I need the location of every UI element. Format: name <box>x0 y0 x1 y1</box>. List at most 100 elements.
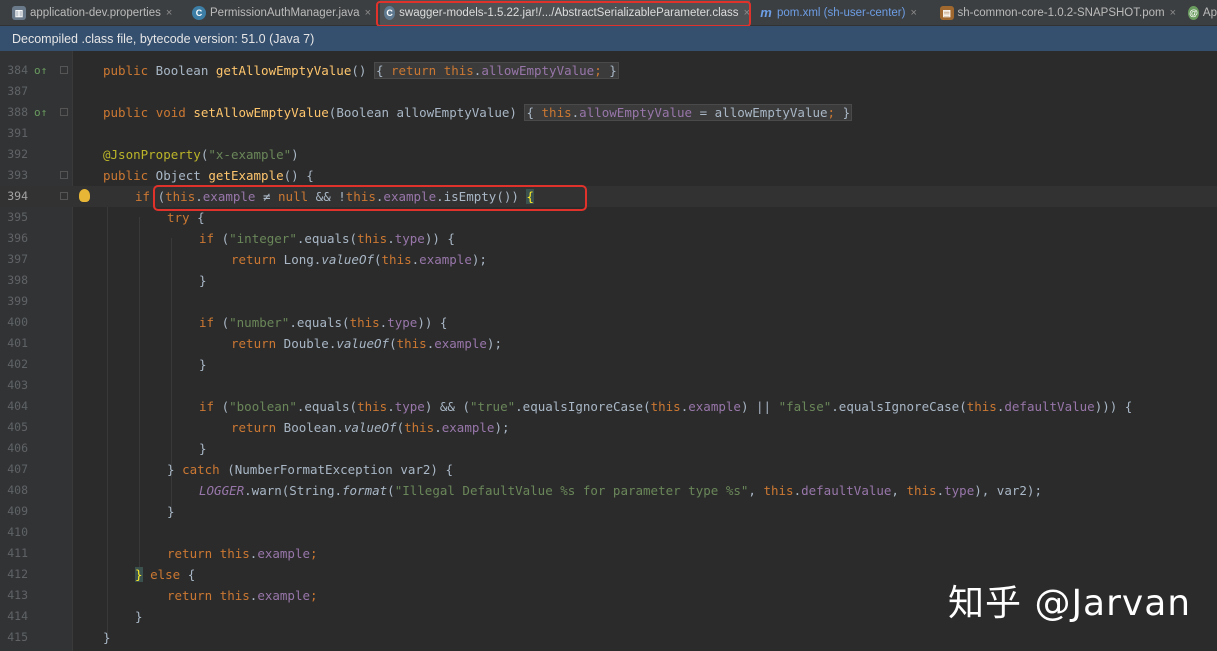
line-number: 414 <box>7 609 28 623</box>
code-text: } <box>199 273 207 288</box>
watermark: 知乎 @Jarvan <box>948 583 1192 624</box>
code-line: 404 if ("boolean".equals(this.type) && (… <box>0 396 1217 417</box>
line-number: 388 <box>7 105 28 119</box>
line-number: 407 <box>7 462 28 476</box>
code-text: return Long.valueOf(this.example); <box>231 252 487 267</box>
code-line: 395 try { <box>0 207 1217 228</box>
code-line: 405 return Boolean.valueOf(this.example)… <box>0 417 1217 438</box>
code-line: 397 return Long.valueOf(this.example); <box>0 249 1217 270</box>
fold-marker-icon[interactable] <box>60 192 68 200</box>
code-text: public void setAllowEmptyValue(Boolean a… <box>103 104 853 121</box>
code-line: 399 <box>0 291 1217 312</box>
line-number: 393 <box>7 168 28 182</box>
tab-abstract-serializable-parameter[interactable]: C swagger-models-1.5.22.jar!/.../Abstrac… <box>380 0 750 25</box>
code-line: 408 LOGGER.warn(String.format("Illegal D… <box>0 480 1217 501</box>
tab-label: sh-common-core-1.0.2-SNAPSHOT.pom <box>957 6 1165 19</box>
code-line-current: 394 if (this.example ≠ null && !this.exa… <box>0 186 1217 207</box>
properties-file-icon: ▥ <box>12 5 26 20</box>
line-number: 397 <box>7 252 28 266</box>
code-line: 410 <box>0 522 1217 543</box>
code-text: } <box>103 630 111 645</box>
editor-tab-bar: ▥ application-dev.properties × C Permiss… <box>0 0 1217 26</box>
line-number: 412 <box>7 567 28 581</box>
code-text: try { <box>167 210 205 225</box>
line-number: 406 <box>7 441 28 455</box>
tab-application-dev-properties[interactable]: ▥ application-dev.properties × <box>8 0 186 25</box>
code-text: LOGGER.warn(String.format("Illegal Defau… <box>199 483 1042 498</box>
code-text: return this.example; <box>167 588 318 603</box>
line-number: 392 <box>7 147 28 161</box>
line-number: 410 <box>7 525 28 539</box>
code-line: 403 <box>0 375 1217 396</box>
code-text: } else { <box>135 567 196 582</box>
code-text: if ("integer".equals(this.type)) { <box>199 231 455 246</box>
code-text: } <box>199 441 207 456</box>
overrides-icon[interactable]: o↑ <box>34 102 47 123</box>
line-number: 398 <box>7 273 28 287</box>
close-icon[interactable]: × <box>744 7 750 19</box>
tab-label: swagger-models-1.5.22.jar!/.../AbstractS… <box>399 6 739 19</box>
code-line: 407 } catch (NumberFormatException var2)… <box>0 459 1217 480</box>
tab-permission-auth-manager[interactable]: C PermissionAuthManager.java × <box>188 0 374 25</box>
fold-marker-icon[interactable] <box>60 108 68 116</box>
line-number: 400 <box>7 315 28 329</box>
lightbulb-icon[interactable] <box>79 189 90 202</box>
line-number: 402 <box>7 357 28 371</box>
fold-marker-icon[interactable] <box>60 171 68 179</box>
code-text: public Boolean getAllowEmptyValue() { re… <box>103 62 619 79</box>
maven-icon: m <box>760 4 772 20</box>
code-line: 402 } <box>0 354 1217 375</box>
code-line: 406 } <box>0 438 1217 459</box>
tab-label: Ap <box>1202 6 1217 19</box>
code-text: if (this.example ≠ null && !this.example… <box>135 189 534 204</box>
code-line: 387 <box>0 81 1217 102</box>
line-number: 387 <box>7 84 28 98</box>
line-number: 384 <box>7 63 28 77</box>
code-editor[interactable]: 384 o↑ public Boolean getAllowEmptyValue… <box>0 51 1217 651</box>
tab-pom-xml[interactable]: m pom.xml (sh-user-center) × <box>755 0 933 25</box>
close-icon[interactable]: × <box>166 7 172 19</box>
overrides-icon[interactable]: o↑ <box>34 60 47 81</box>
code-line: 401 return Double.valueOf(this.example); <box>0 333 1217 354</box>
code-line: 411 return this.example; <box>0 543 1217 564</box>
line-number: 401 <box>7 336 28 350</box>
code-line: 392 @JsonProperty("x-example") <box>0 144 1217 165</box>
line-number: 399 <box>7 294 28 308</box>
code-line: 415 } <box>0 627 1217 648</box>
code-text: return Boolean.valueOf(this.example); <box>231 420 510 435</box>
code-text: return this.example; <box>167 546 318 561</box>
spring-app-icon: @ <box>1188 5 1199 20</box>
tab-label: PermissionAuthManager.java <box>210 6 360 19</box>
fold-marker-icon[interactable] <box>60 66 68 74</box>
code-text: } <box>199 357 207 372</box>
close-icon[interactable]: × <box>910 7 916 19</box>
line-number: 403 <box>7 378 28 392</box>
code-line: 391 <box>0 123 1217 144</box>
java-class-icon: C <box>192 5 206 20</box>
tab-sh-common-core-pom[interactable]: ▤ sh-common-core-1.0.2-SNAPSHOT.pom × <box>936 0 1176 25</box>
code-line: 384 o↑ public Boolean getAllowEmptyValue… <box>0 60 1217 81</box>
line-number: 415 <box>7 630 28 644</box>
line-number: 396 <box>7 231 28 245</box>
code-line: 409 } <box>0 501 1217 522</box>
line-number: 408 <box>7 483 28 497</box>
line-number: 404 <box>7 399 28 413</box>
class-file-icon: C <box>384 5 396 20</box>
line-number: 409 <box>7 504 28 518</box>
tab-app-partial[interactable]: @ Ap <box>1184 0 1217 25</box>
code-text: } <box>135 609 143 624</box>
line-number: 411 <box>7 546 28 560</box>
code-text: public Object getExample() { <box>103 168 314 183</box>
code-line: 393 public Object getExample() { <box>0 165 1217 186</box>
code-text: @JsonProperty("x-example") <box>103 147 299 162</box>
decompiled-info-banner: Decompiled .class file, bytecode version… <box>0 26 1217 51</box>
tab-label: pom.xml (sh-user-center) <box>777 6 906 19</box>
code-line: 388 o↑ public void setAllowEmptyValue(Bo… <box>0 102 1217 123</box>
banner-text: Decompiled .class file, bytecode version… <box>12 31 315 46</box>
line-number: 405 <box>7 420 28 434</box>
code-text: return Double.valueOf(this.example); <box>231 336 502 351</box>
close-icon[interactable]: × <box>365 7 371 19</box>
code-line: 396 if ("integer".equals(this.type)) { <box>0 228 1217 249</box>
close-icon[interactable]: × <box>1170 7 1176 19</box>
code-line: 400 if ("number".equals(this.type)) { <box>0 312 1217 333</box>
